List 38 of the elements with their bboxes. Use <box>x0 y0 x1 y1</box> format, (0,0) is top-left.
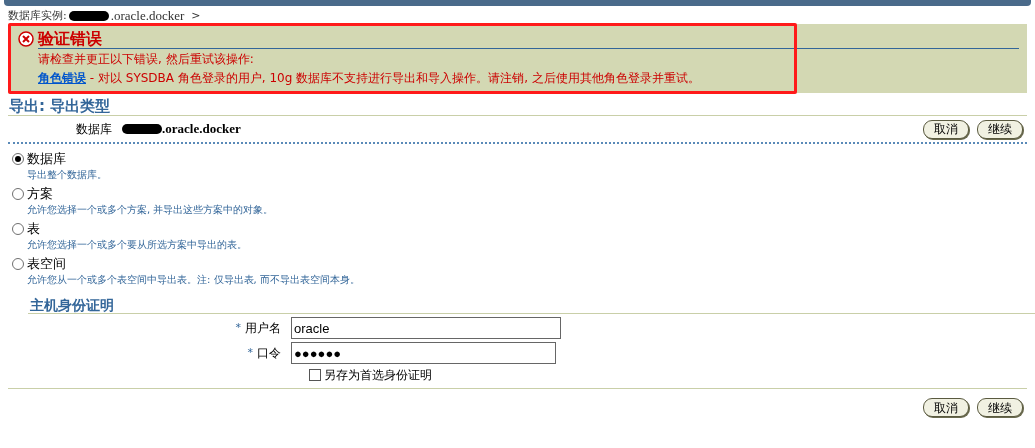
option-label: 方案 <box>27 185 53 204</box>
option-label: 数据库 <box>27 150 66 169</box>
breadcrumb-separator: > <box>191 7 201 24</box>
checkbox[interactable] <box>309 369 321 381</box>
checkbox-label: 另存为首选身份证明 <box>324 367 432 384</box>
redaction-mark <box>122 124 162 134</box>
radio-button[interactable] <box>12 223 24 235</box>
radio-button[interactable] <box>12 153 24 165</box>
section-title: 主机身份证明 <box>30 296 115 313</box>
database-label: 数据库 <box>76 121 112 138</box>
action-button[interactable]: 取消 <box>923 119 969 139</box>
input-field[interactable]: ●●●●●● <box>291 342 556 364</box>
redaction-mark <box>68 11 109 21</box>
option-label: 表空间 <box>27 255 66 274</box>
option-description: 允许您选择一个或多个方案, 并导出这些方案中的对象。 <box>26 204 275 216</box>
action-button[interactable]: 取消 <box>923 398 969 417</box>
page-title: 导出: 导出类型 <box>8 96 112 115</box>
error-title: 验证错误 <box>38 28 102 50</box>
error-message: 角色错误 - 对以 SYSDBA 角色登录的用户, 10g 数据库不支持进行导出和导入操作。请注销, 之后使用其他角色登录并重试。 <box>38 70 701 86</box>
radio-button[interactable] <box>12 188 24 200</box>
error-intro: 请检查并更正以下错误, 然后重试该操作: <box>38 51 255 67</box>
breadcrumb-label: 数据库实例: <box>8 7 67 24</box>
error-icon <box>18 31 34 47</box>
option-label: 表 <box>27 220 40 239</box>
field-label: 口令 <box>257 345 281 362</box>
action-button[interactable]: 继续 <box>977 119 1023 139</box>
option-description: 允许您选择一个或多个要从所选方案中导出的表。 <box>26 239 248 251</box>
error-link[interactable]: 角色错误 <box>38 71 86 85</box>
input-field[interactable]: oracle <box>291 317 561 339</box>
action-button[interactable]: 继续 <box>977 398 1023 417</box>
breadcrumb-link[interactable]: .oracle.docker <box>110 6 185 26</box>
option-description: 允许您从一个或多个表空间中导出表。注: 仅导出表, 而不导出表空间本身。 <box>26 274 361 286</box>
required-mark: * <box>247 344 253 361</box>
option-description: 导出整个数据库。 <box>26 169 108 181</box>
database-value: .oracle.docker <box>162 120 241 139</box>
radio-button[interactable] <box>12 258 24 270</box>
field-label: 用户名 <box>245 320 281 337</box>
required-mark: * <box>235 319 241 336</box>
